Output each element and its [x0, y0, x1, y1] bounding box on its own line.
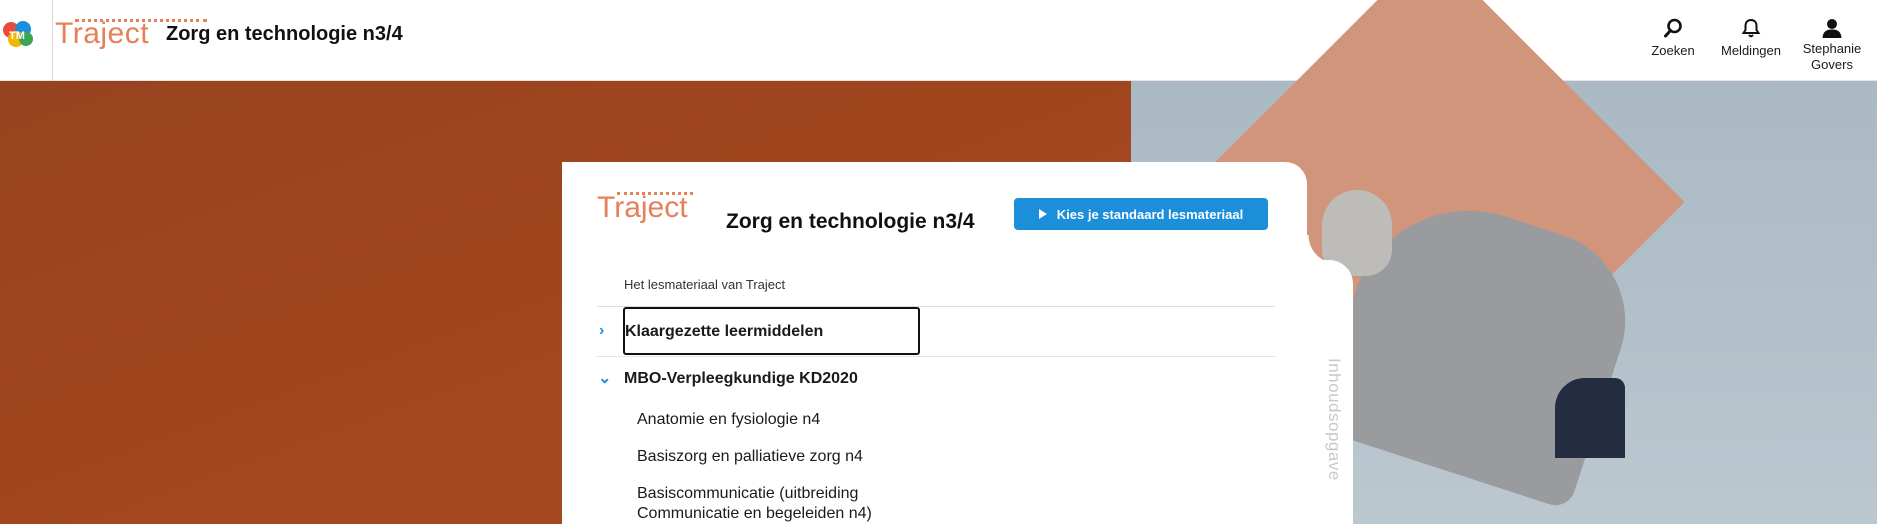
notifications-button[interactable]: Meldingen	[1718, 18, 1784, 58]
user-last-name: Govers	[1811, 57, 1853, 72]
brand-dots	[75, 19, 207, 22]
card-brand-text: Traject	[597, 191, 688, 224]
tm-logo-icon[interactable]: TM	[1, 19, 35, 49]
search-label: Zoeken	[1651, 43, 1695, 58]
user-first-name: Stephanie	[1802, 41, 1862, 56]
choose-default-material-button[interactable]: Kies je standaard lesmateriaal	[1014, 198, 1268, 230]
user-menu-button[interactable]: Stephanie Govers	[1797, 18, 1867, 73]
header-divider	[52, 0, 53, 81]
hero-person-pants	[1555, 378, 1625, 458]
tree-subitem-anatomy[interactable]: Anatomie en fysiologie n4	[637, 410, 820, 430]
card-brand-logo: Traject	[597, 191, 693, 225]
tm-logo-text: TM	[9, 30, 25, 42]
bell-icon	[1741, 18, 1761, 38]
chevron-right-icon[interactable]: ›	[599, 322, 604, 340]
search-icon	[1664, 18, 1682, 38]
tree-item-prepared-materials[interactable]: Klaargezette leermiddelen	[623, 307, 920, 355]
play-icon	[1038, 209, 1047, 219]
user-icon	[1822, 19, 1842, 38]
chevron-down-icon[interactable]: ⌄	[598, 368, 611, 388]
tree-subitem-basic-care[interactable]: Basiszorg en palliatieve zorg n4	[637, 447, 863, 467]
search-button[interactable]: Zoeken	[1648, 18, 1698, 58]
tree-subitem-communication[interactable]: Basiscommunicatie (uitbreiding Communica…	[637, 484, 937, 524]
card-brand-dots	[617, 192, 693, 195]
notifications-label: Meldingen	[1721, 43, 1781, 58]
tree-divider	[597, 356, 1275, 357]
section-label: Het lesmateriaal van Traject	[624, 277, 786, 292]
choose-default-material-label: Kies je standaard lesmateriaal	[1056, 206, 1244, 222]
course-title: Zorg en technologie n3/4	[726, 210, 975, 233]
brand-logo[interactable]: Traject	[55, 17, 207, 51]
top-bar: TM Traject Zorg en technologie n3/4 Zoek…	[0, 0, 1877, 81]
toc-tab-label[interactable]: Inhoudsopgave	[1320, 358, 1344, 498]
tree-item-mbo-course[interactable]: MBO-Verpleegkundige KD2020	[624, 370, 858, 388]
page-title: Zorg en technologie n3/4	[166, 23, 403, 45]
